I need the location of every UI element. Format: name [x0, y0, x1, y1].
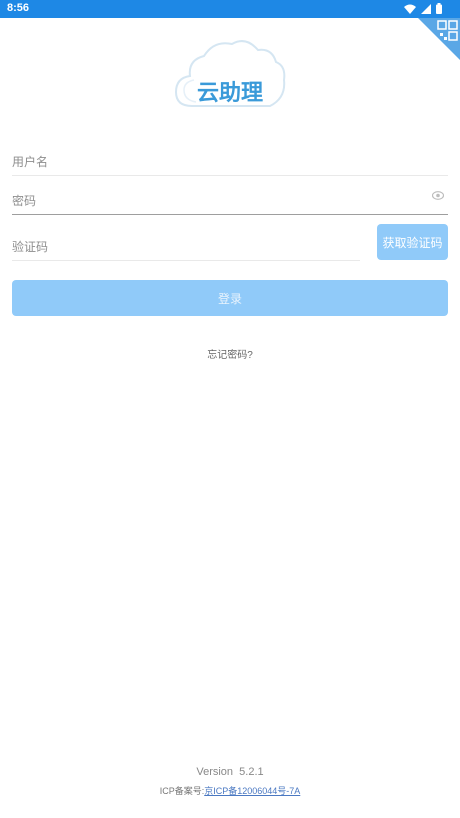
- forgot-password-link[interactable]: 忘记密码?: [0, 346, 460, 361]
- qr-code-icon: [418, 18, 460, 60]
- get-captcha-button[interactable]: 获取验证码: [377, 224, 448, 260]
- icp-label: ICP备案号:: [159, 786, 205, 796]
- app-logo: 云助理: [172, 36, 288, 112]
- username-input[interactable]: [12, 155, 448, 169]
- battery-icon: [436, 3, 442, 14]
- password-field[interactable]: [12, 181, 448, 215]
- icp-record: ICP备案号:京ICP备12006044号-7A: [0, 784, 460, 797]
- username-field[interactable]: [12, 142, 448, 176]
- logo-text: 云助理: [197, 81, 263, 106]
- eye-icon[interactable]: [432, 191, 444, 200]
- signal-icon: [421, 3, 431, 14]
- icp-number-link[interactable]: 京ICP备12006044号-7A: [204, 786, 300, 796]
- login-button[interactable]: 登录: [12, 280, 448, 316]
- status-bar: 8:56: [0, 0, 460, 18]
- version-text: Version 5.2.1: [0, 766, 460, 778]
- version-label: Version: [196, 766, 234, 778]
- status-icons: [404, 3, 442, 14]
- version-number: 5.2.1: [239, 766, 264, 778]
- captcha-field[interactable]: [12, 227, 360, 261]
- qr-login-corner[interactable]: [418, 18, 460, 60]
- captcha-input[interactable]: [12, 240, 360, 254]
- status-time: 8:56: [7, 2, 30, 14]
- password-input[interactable]: [12, 194, 448, 208]
- wifi-icon: [404, 4, 416, 14]
